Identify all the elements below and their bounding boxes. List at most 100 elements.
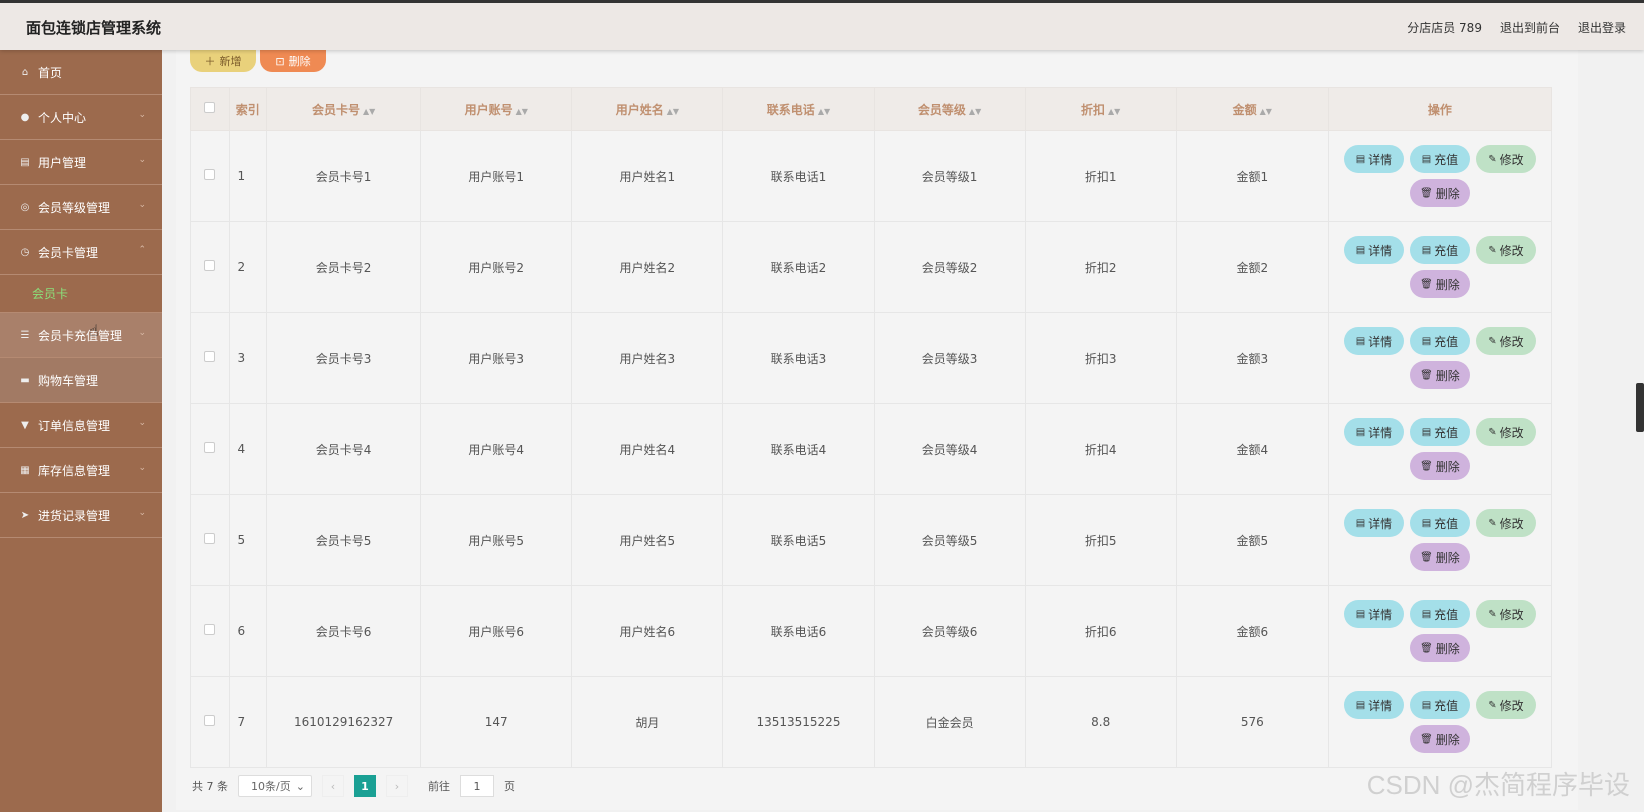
prev-page-button[interactable]: ‹ — [322, 775, 344, 797]
row-checkbox[interactable] — [204, 442, 216, 453]
detail-button[interactable]: ▤ 详情 — [1343, 509, 1404, 537]
recharge-button[interactable]: ▤ 充值 — [1409, 418, 1470, 446]
sidebar-item-member-card[interactable]: ◷ 会员卡管理 ⌃ — [0, 230, 162, 275]
header-name[interactable]: 用户姓名 ▲▼ — [571, 87, 724, 131]
scrollbar-handle[interactable] — [1636, 383, 1644, 432]
edit-button[interactable]: ✎ 修改 — [1475, 236, 1536, 264]
sidebar-subitem-member-card[interactable]: 会员卡 — [0, 275, 162, 313]
row-checkbox[interactable] — [204, 351, 216, 362]
batch-delete-button[interactable]: ⊡ 删除 — [260, 50, 326, 72]
sidebar-item-card-recharge[interactable]: ☰ 会员卡充值管理 ⌄ ☝ — [0, 313, 162, 358]
sidebar-item-inventory[interactable]: ▦ 库存信息管理 ⌄ — [0, 448, 162, 493]
edit-button[interactable]: ✎ 修改 — [1475, 418, 1536, 446]
sort-icon[interactable]: ▲▼ — [363, 107, 375, 116]
header-amount[interactable]: 金额 ▲▼ — [1175, 87, 1329, 131]
add-button[interactable]: ＋ 新增 — [190, 50, 256, 72]
chevron-down-icon: ⌄ — [138, 463, 146, 473]
logout-link[interactable]: 退出登录 — [1578, 19, 1626, 36]
edit-button[interactable]: ✎ 修改 — [1475, 691, 1536, 719]
row-checkbox[interactable] — [204, 715, 216, 726]
sidebar-item-label: 个人中心 — [38, 110, 87, 125]
sidebar-item-profile[interactable]: ● 个人中心 ⌄ — [0, 95, 162, 140]
detail-button[interactable]: ▤ 详情 — [1343, 327, 1404, 355]
row-select-cell[interactable] — [190, 221, 230, 313]
delete-button[interactable]: 🗑 删除 — [1409, 543, 1470, 571]
recharge-button[interactable]: ▤ 充值 — [1409, 327, 1470, 355]
back-to-front-link[interactable]: 退出到前台 — [1500, 19, 1560, 36]
row-select-cell[interactable] — [190, 130, 230, 222]
row-select-cell[interactable] — [190, 312, 230, 404]
table-row: 2 会员卡号2 用户账号2 用户姓名2 联系电话2 会员等级2 折扣2 金额2 ▤ 详情 ▤ 充值 ✎ 修… — [190, 221, 1553, 313]
recharge-button[interactable]: ▤ 充值 — [1409, 600, 1470, 628]
sidebar-item-cart[interactable]: ▬ 购物车管理 — [0, 358, 162, 403]
recharge-button[interactable]: ▤ 充值 — [1409, 236, 1470, 264]
sidebar-item-purchase[interactable]: ➤ 进货记录管理 ⌄ — [0, 493, 162, 538]
detail-button[interactable]: ▤ 详情 — [1343, 418, 1404, 446]
detail-button[interactable]: ▤ 详情 — [1343, 236, 1404, 264]
sidebar-item-member-level[interactable]: ◎ 会员等级管理 ⌄ — [0, 185, 162, 230]
sidebar-item-home[interactable]: ⌂ 首页 — [0, 50, 162, 95]
header-phone[interactable]: 联系电话 ▲▼ — [722, 87, 875, 131]
delete-button[interactable]: 🗑 删除 — [1409, 270, 1470, 298]
sidebar-item-users[interactable]: ▤ 用户管理 ⌄ — [0, 140, 162, 185]
header-level[interactable]: 会员等级 ▲▼ — [873, 87, 1026, 131]
select-all-cell[interactable] — [190, 87, 230, 131]
edit-button[interactable]: ✎ 修改 — [1475, 327, 1536, 355]
row-checkbox[interactable] — [204, 624, 216, 635]
row-select-cell[interactable] — [190, 676, 230, 768]
delete-button[interactable]: 🗑 删除 — [1409, 452, 1470, 480]
clipboard-icon: ▤ — [20, 156, 30, 168]
trash-icon: 🗑 — [1420, 642, 1433, 654]
cell-discount: 折扣4 — [1024, 403, 1177, 495]
header-account[interactable]: 用户账号 ▲▼ — [420, 87, 573, 131]
current-page[interactable]: 1 — [354, 775, 376, 797]
chevron-down-icon: ⌄ — [138, 418, 146, 428]
document-icon: ▤ — [1421, 517, 1432, 529]
row-select-cell[interactable] — [190, 403, 230, 495]
sort-icon[interactable]: ▲▼ — [1108, 107, 1120, 116]
edit-button[interactable]: ✎ 修改 — [1475, 600, 1536, 628]
filter-icon: ▼ — [21, 419, 29, 431]
delete-button[interactable]: 🗑 删除 — [1409, 361, 1470, 389]
detail-button[interactable]: ▤ 详情 — [1343, 600, 1404, 628]
row-checkbox[interactable] — [204, 533, 216, 544]
row-checkbox[interactable] — [204, 260, 216, 271]
edit-button[interactable]: ✎ 修改 — [1475, 509, 1536, 537]
cell-name: 用户姓名5 — [571, 494, 724, 586]
next-page-button[interactable]: › — [386, 775, 408, 797]
trash-icon: 🗑 — [1420, 460, 1433, 472]
edit-button[interactable]: ✎ 修改 — [1475, 145, 1536, 173]
cell-phone: 13513515225 — [722, 676, 875, 768]
recharge-button[interactable]: ▤ 充值 — [1409, 509, 1470, 537]
recharge-label: 充值 — [1434, 607, 1459, 622]
member-card-table: 索引 会员卡号 ▲▼ 用户账号 ▲▼ 用户姓名 ▲▼ 联系电话 ▲▼ 会员等级 ▲▼ 折扣… — [190, 87, 1553, 768]
sort-icon[interactable]: ▲▼ — [818, 107, 830, 116]
goto-page-input[interactable]: 1 — [460, 775, 494, 797]
recharge-button[interactable]: ▤ 充值 — [1409, 145, 1470, 173]
sort-icon[interactable]: ▲▼ — [516, 107, 528, 116]
row-select-cell[interactable] — [190, 494, 230, 586]
sort-icon[interactable]: ▲▼ — [1260, 107, 1272, 116]
page-size-select[interactable]: 10条/页 ⌄ — [238, 775, 312, 797]
row-checkbox[interactable] — [204, 169, 216, 180]
sort-icon[interactable]: ▲▼ — [667, 107, 679, 116]
list-icon: ☰ — [20, 329, 30, 341]
sort-icon[interactable]: ▲▼ — [969, 107, 981, 116]
delete-button[interactable]: 🗑 删除 — [1409, 725, 1470, 753]
cell-discount: 折扣2 — [1024, 221, 1177, 313]
header-card-no[interactable]: 会员卡号 ▲▼ — [266, 87, 422, 131]
detail-button[interactable]: ▤ 详情 — [1343, 691, 1404, 719]
header-actions: 操作 — [1327, 87, 1553, 131]
detail-label: 详情 — [1368, 698, 1393, 713]
cell-card-no: 会员卡号4 — [266, 403, 422, 495]
row-select-cell[interactable] — [190, 585, 230, 677]
select-all-checkbox[interactable] — [204, 102, 216, 113]
clock-icon: ◷ — [20, 246, 30, 258]
sidebar-item-orders[interactable]: ▼ 订单信息管理 ⌄ — [0, 403, 162, 448]
recharge-button[interactable]: ▤ 充值 — [1409, 691, 1470, 719]
detail-button[interactable]: ▤ 详情 — [1343, 145, 1404, 173]
cell-card-no: 会员卡号3 — [266, 312, 422, 404]
delete-button[interactable]: 🗑 删除 — [1409, 179, 1470, 207]
delete-button[interactable]: 🗑 删除 — [1409, 634, 1470, 662]
header-discount[interactable]: 折扣 ▲▼ — [1024, 87, 1177, 131]
